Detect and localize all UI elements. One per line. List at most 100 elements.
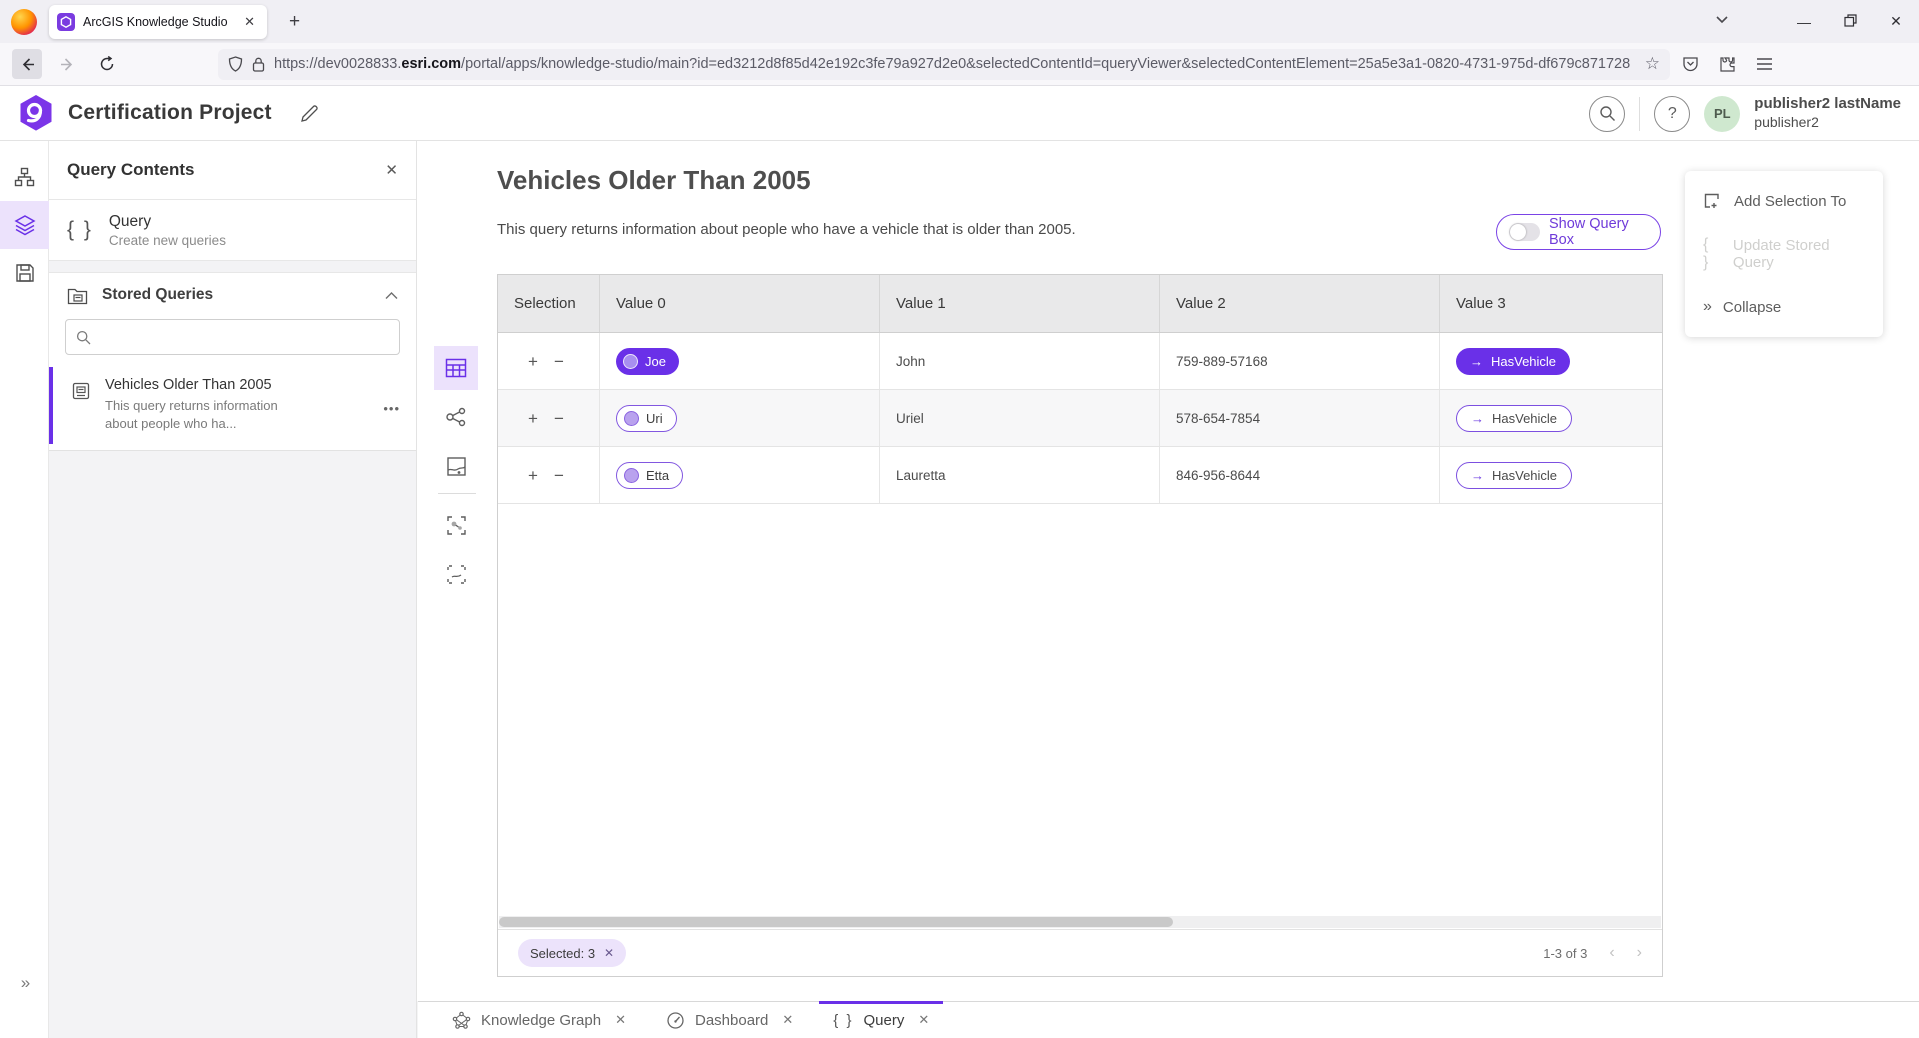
search-input[interactable] bbox=[99, 329, 389, 345]
user-info[interactable]: publisher2 lastName publisher2 bbox=[1754, 95, 1901, 131]
table-footer: Selected: 3 ✕ 1-3 of 3 ‹ › bbox=[498, 929, 1662, 976]
back-button[interactable] bbox=[12, 49, 42, 79]
stored-query-item[interactable]: Vehicles Older Than 2005 This query retu… bbox=[49, 367, 416, 444]
window-restore-button[interactable] bbox=[1827, 14, 1873, 30]
reload-button[interactable] bbox=[92, 49, 122, 79]
browser-url-bar: https://dev0028833.esri.com/portal/apps/… bbox=[0, 43, 1919, 86]
stored-queries-title: Stored Queries bbox=[102, 286, 371, 304]
stored-query-description: This query returns information about peo… bbox=[105, 397, 303, 432]
tab-dashboard[interactable]: Dashboard ✕ bbox=[646, 1002, 813, 1038]
document-tab-strip: Knowledge Graph ✕ Dashboard ✕ { } Query … bbox=[418, 1001, 1919, 1038]
link-chart-view-button[interactable] bbox=[434, 395, 478, 439]
window-minimize-button[interactable]: — bbox=[1781, 14, 1827, 30]
pocket-icon[interactable] bbox=[1682, 56, 1699, 72]
add-selection-icon bbox=[1703, 192, 1721, 210]
stored-queries-search[interactable] bbox=[65, 319, 400, 355]
table-view-button[interactable] bbox=[434, 346, 478, 390]
previous-page-icon[interactable]: ‹ bbox=[1609, 944, 1614, 962]
app-header: Certification Project ? PL publisher2 la… bbox=[0, 86, 1919, 141]
bottom-panel-continuation bbox=[49, 1001, 417, 1038]
stored-queries-header[interactable]: Stored Queries bbox=[49, 273, 416, 317]
column-header-selection[interactable]: Selection bbox=[498, 275, 599, 332]
user-username: publisher2 bbox=[1754, 114, 1901, 132]
relationship-pill[interactable]: →HasVehicle bbox=[1456, 405, 1572, 432]
app-logo-icon bbox=[18, 94, 54, 132]
expand-rail-button[interactable]: » bbox=[0, 973, 49, 993]
table-row[interactable]: + − Uri Uriel 578-654-7854 →HasVehicle bbox=[498, 390, 1662, 447]
query-create-item[interactable]: { } Query Create new queries bbox=[49, 200, 416, 261]
column-header-value3[interactable]: Value 3 bbox=[1439, 275, 1662, 332]
new-tab-button[interactable]: + bbox=[281, 11, 308, 33]
column-header-value0[interactable]: Value 0 bbox=[599, 275, 879, 332]
firefox-icon[interactable] bbox=[11, 9, 37, 35]
remove-selection-icon[interactable]: − bbox=[554, 353, 564, 370]
add-selection-icon[interactable]: + bbox=[528, 467, 538, 484]
panel-close-icon[interactable]: ✕ bbox=[385, 161, 398, 179]
entity-pill[interactable]: Etta bbox=[616, 462, 683, 489]
layers-icon bbox=[14, 214, 36, 236]
tab-close-icon[interactable]: ✕ bbox=[918, 1012, 929, 1028]
entity-pill[interactable]: Uri bbox=[616, 405, 677, 432]
next-page-icon[interactable]: › bbox=[1637, 944, 1642, 962]
tab-close-icon[interactable]: ✕ bbox=[615, 1012, 626, 1028]
tab-knowledge-graph[interactable]: Knowledge Graph ✕ bbox=[432, 1002, 646, 1038]
bookmark-star-icon[interactable]: ☆ bbox=[1645, 54, 1660, 74]
remove-selection-icon[interactable]: − bbox=[554, 410, 564, 427]
rail-item-save[interactable] bbox=[0, 249, 49, 297]
remove-selection-icon[interactable]: − bbox=[554, 467, 564, 484]
add-selection-icon[interactable]: + bbox=[528, 353, 538, 370]
tab-list-chevron-icon[interactable] bbox=[1715, 12, 1729, 26]
shield-icon[interactable] bbox=[228, 56, 243, 72]
braces-icon: { } bbox=[67, 218, 93, 242]
forward-button[interactable] bbox=[52, 49, 82, 79]
relationship-pill[interactable]: →HasVehicle bbox=[1456, 348, 1570, 375]
tab-query[interactable]: { } Query ✕ bbox=[813, 1002, 949, 1038]
view-toolbar bbox=[434, 346, 480, 601]
column-header-value1[interactable]: Value 1 bbox=[879, 275, 1159, 332]
relationship-pill[interactable]: →HasVehicle bbox=[1456, 462, 1572, 489]
help-button[interactable]: ? bbox=[1654, 96, 1690, 132]
add-selection-icon[interactable]: + bbox=[528, 410, 538, 427]
horizontal-scrollbar[interactable] bbox=[499, 916, 1661, 928]
table-header-row: Selection Value 0 Value 1 Value 2 Value … bbox=[498, 275, 1662, 333]
scrollbar-thumb[interactable] bbox=[499, 917, 1173, 927]
table-icon bbox=[445, 358, 467, 378]
entity-pill[interactable]: Joe bbox=[616, 348, 679, 375]
clear-selection-icon[interactable]: ✕ bbox=[604, 946, 614, 960]
add-to-link-chart-button[interactable] bbox=[434, 503, 478, 547]
rail-item-layers[interactable] bbox=[0, 201, 49, 249]
map-view-button[interactable] bbox=[434, 444, 478, 488]
toggle-switch[interactable] bbox=[1509, 223, 1540, 241]
braces-icon: { } bbox=[1703, 236, 1720, 272]
double-chevron-icon: » bbox=[1703, 298, 1710, 316]
lock-icon[interactable] bbox=[252, 57, 265, 72]
menu-item-add-selection-to[interactable]: Add Selection To bbox=[1685, 179, 1883, 223]
braces-icon: { } bbox=[833, 1012, 853, 1029]
table-row[interactable]: + − Joe John 759-889-57168 →HasVehicle bbox=[498, 333, 1662, 390]
edit-title-pencil-icon[interactable] bbox=[300, 104, 319, 123]
search-button[interactable] bbox=[1589, 96, 1625, 132]
menu-hamburger-icon[interactable] bbox=[1756, 57, 1773, 71]
show-query-box-toggle[interactable]: Show Query Box bbox=[1496, 214, 1661, 250]
window-close-button[interactable]: ✕ bbox=[1873, 13, 1919, 30]
table-row[interactable]: + − Etta Lauretta 846-956-8644 →HasVehic… bbox=[498, 447, 1662, 504]
column-header-value2[interactable]: Value 2 bbox=[1159, 275, 1439, 332]
browser-tab[interactable]: ArcGIS Knowledge Studio ✕ bbox=[49, 5, 267, 39]
map-icon bbox=[446, 456, 467, 477]
address-bar-input[interactable]: https://dev0028833.esri.com/portal/apps/… bbox=[218, 49, 1670, 80]
rail-item-hierarchy[interactable] bbox=[0, 153, 49, 201]
tab-close-icon[interactable]: ✕ bbox=[240, 12, 259, 32]
menu-item-collapse[interactable]: » Collapse bbox=[1685, 285, 1883, 329]
item-options-ellipsis-icon[interactable]: ••• bbox=[383, 401, 400, 416]
project-title: Certification Project bbox=[68, 101, 272, 125]
cell-name: John bbox=[879, 333, 1159, 389]
save-icon bbox=[15, 263, 35, 283]
tab-close-icon[interactable]: ✕ bbox=[782, 1012, 793, 1028]
add-to-map-button[interactable] bbox=[434, 552, 478, 596]
stored-query-title: Vehicles Older Than 2005 bbox=[105, 377, 303, 393]
toggle-label: Show Query Box bbox=[1549, 216, 1648, 248]
extensions-puzzle-icon[interactable] bbox=[1719, 56, 1736, 73]
selected-count-chip[interactable]: Selected: 3 ✕ bbox=[518, 939, 626, 967]
user-avatar[interactable]: PL bbox=[1704, 96, 1740, 132]
chevron-up-icon[interactable] bbox=[385, 291, 398, 300]
